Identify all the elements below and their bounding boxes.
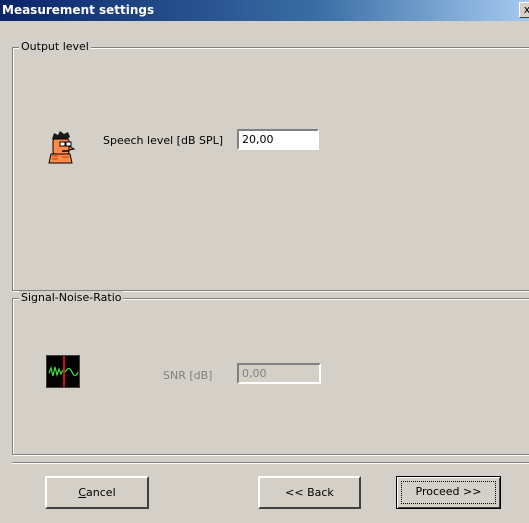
measurement-settings-dialog: Measurement settings x Output level Spee… <box>0 0 529 523</box>
window-title: Measurement settings <box>2 3 155 17</box>
output-level-legend: Output level <box>19 40 91 53</box>
back-button[interactable]: << Back <box>258 476 361 509</box>
speech-level-input[interactable] <box>237 129 319 150</box>
cancel-accelerator: C <box>78 486 87 499</box>
back-label: << Back <box>285 486 334 499</box>
output-level-group: Output level <box>12 40 529 291</box>
proceed-label: Proceed >> <box>415 485 482 498</box>
signal-noise-icon <box>46 355 80 388</box>
close-button[interactable]: x <box>519 2 529 18</box>
title-bar[interactable]: Measurement settings x <box>0 0 529 21</box>
snr-legend: Signal-Noise-Ratio <box>19 291 124 304</box>
cancel-label: ancel <box>86 486 116 499</box>
cancel-button[interactable]: Cancel <box>45 476 149 509</box>
speaker-face-icon <box>48 131 76 164</box>
proceed-button[interactable]: Proceed >> <box>396 476 501 509</box>
speech-level-label: Speech level [dB SPL] <box>103 134 224 147</box>
button-separator <box>12 462 529 464</box>
snr-input[interactable] <box>237 363 321 384</box>
close-icon: x <box>523 3 529 16</box>
snr-label: SNR [dB] <box>163 369 213 382</box>
